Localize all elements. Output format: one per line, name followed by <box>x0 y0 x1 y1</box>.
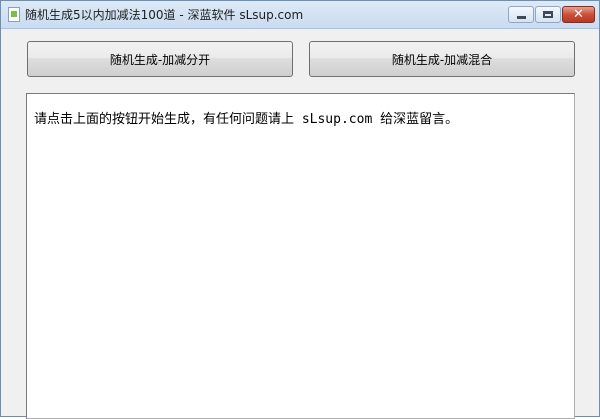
close-icon: ✕ <box>573 7 584 22</box>
close-button[interactable]: ✕ <box>562 6 595 23</box>
output-text: 请点击上面的按钮开始生成，有任何问题请上 sLsup.com 给深蓝留言。 <box>34 112 459 127</box>
output-textarea[interactable]: 请点击上面的按钮开始生成，有任何问题请上 sLsup.com 给深蓝留言。 <box>26 93 575 419</box>
minimize-button[interactable] <box>508 6 534 23</box>
window-title: 随机生成5以内加减法100道 - 深蓝软件 sLsup.com <box>25 8 304 22</box>
title-bar[interactable]: 随机生成5以内加减法100道 - 深蓝软件 sLsup.com ✕ <box>1 1 599 29</box>
document-icon <box>8 7 20 22</box>
generate-mixed-button[interactable]: 随机生成-加减混合 <box>309 41 575 77</box>
maximize-button[interactable] <box>535 6 561 23</box>
generate-split-button[interactable]: 随机生成-加减分开 <box>27 41 293 77</box>
app-window: 随机生成5以内加减法100道 - 深蓝软件 sLsup.com ✕ 随机生成-加… <box>0 0 600 419</box>
